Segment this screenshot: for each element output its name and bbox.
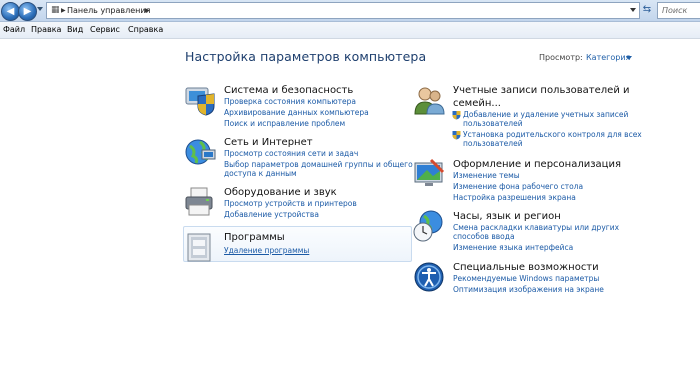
category-heading-programs[interactable]: Программы [224,231,285,244]
link-change-background[interactable]: Изменение фона рабочего стола [453,182,583,192]
category-heading-accounts-cont[interactable]: семейн... [453,97,501,110]
breadcrumb-separator-icon[interactable]: ▶ [145,3,150,18]
category-heading-hardware[interactable]: Оборудование и звук [224,186,337,199]
address-toolbar: ◀ ▶ ▦ ▶ Панель управления ▶ ⇆ Поиск [0,0,700,22]
printer-icon [185,187,213,216]
category-heading-clock[interactable]: Часы, язык и регион [453,210,561,223]
link-check-status[interactable]: Проверка состояния компьютера [224,97,356,107]
menu-tools[interactable]: Сервис [90,22,120,38]
link-network-status[interactable]: Просмотр состояния сети и задач [224,149,358,159]
link-uninstall-program[interactable]: Удаление программы [224,246,309,256]
link-troubleshoot[interactable]: Поиск и исправление проблем [224,119,345,129]
breadcrumb-separator-icon[interactable]: ▶ [61,3,66,18]
ease-of-access-icon [414,262,444,292]
refresh-icon[interactable]: ⇆ [640,3,654,17]
category-heading-appearance[interactable]: Оформление и персонализация [453,158,621,171]
appearance-icon [414,158,445,186]
menu-help[interactable]: Справка [128,22,163,38]
address-dropdown-icon[interactable] [630,8,636,12]
address-bar[interactable]: ▦ ▶ Панель управления ▶ [46,2,640,19]
link-parental-controls-cont[interactable]: пользователей [463,139,523,149]
link-change-theme[interactable]: Изменение темы [453,171,520,181]
category-heading-ease[interactable]: Специальные возможности [453,261,599,274]
category-heading-accounts[interactable]: Учетные записи пользователей и [453,84,630,97]
view-by-label: Просмотр: [539,53,583,62]
link-change-keyboard-cont[interactable]: способов ввода [453,232,515,242]
link-homegroup-cont[interactable]: доступа к данным [224,169,297,179]
menu-edit[interactable]: Правка [31,22,61,38]
menu-bar: Файл Правка Вид Сервис Справка [0,22,700,39]
clock-globe-icon [413,210,443,242]
forward-button[interactable]: ▶ [18,2,37,21]
breadcrumb-control-panel[interactable]: Панель управления [67,3,150,18]
page-title: Настройка параметров компьютера [185,49,427,64]
menu-view[interactable]: Вид [67,22,83,38]
link-recommended-settings[interactable]: Рекомендуемые Windows параметры [453,274,599,284]
system-security-icon [185,87,215,116]
link-devices-printers[interactable]: Просмотр устройств и принтеров [224,199,357,209]
link-screen-resolution[interactable]: Настройка разрешения экрана [453,193,576,203]
search-placeholder: Поиск [662,6,688,15]
link-add-remove-accounts-cont[interactable]: пользователей [463,119,523,129]
programs-icon [187,233,211,262]
view-by-dropdown[interactable]: Категория [586,53,630,62]
chevron-down-icon[interactable] [626,56,632,60]
category-heading-network[interactable]: Сеть и Интернет [224,136,313,149]
uac-shield-icon [452,111,461,120]
link-optimize-display[interactable]: Оптимизация изображения на экране [453,285,604,295]
search-input[interactable]: Поиск [657,2,700,19]
link-add-device[interactable]: Добавление устройства [224,210,319,220]
recent-pages-dropdown[interactable] [37,7,43,11]
programs-hover-highlight [183,226,412,262]
uac-shield-icon [452,131,461,140]
category-heading-system[interactable]: Система и безопасность [224,84,353,97]
menu-file[interactable]: Файл [3,22,25,38]
control-panel-icon: ▦ [51,5,60,15]
link-backup[interactable]: Архивирование данных компьютера [224,108,369,118]
network-globe-icon [185,139,216,165]
users-icon [414,87,445,115]
link-display-language[interactable]: Изменение языка интерфейса [453,243,573,253]
